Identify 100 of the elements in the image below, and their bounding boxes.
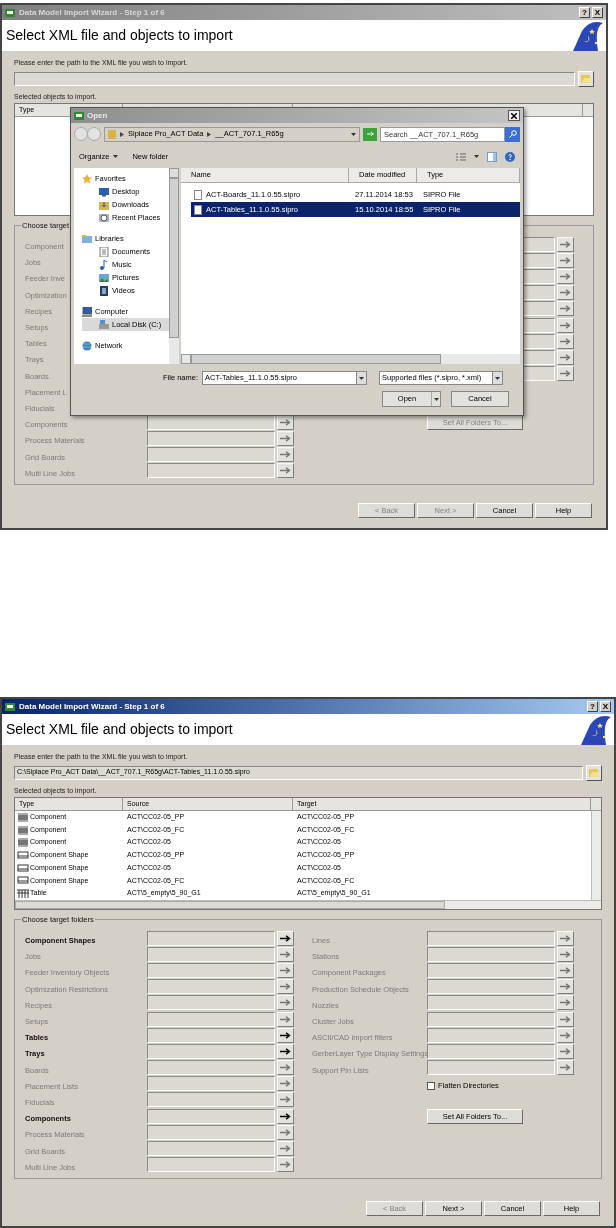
browse-button[interactable] bbox=[277, 1043, 294, 1059]
close-icon bbox=[511, 112, 517, 119]
globe-icon bbox=[82, 340, 92, 351]
folder-field[interactable] bbox=[427, 979, 555, 995]
horizontal-scrollbar[interactable] bbox=[15, 899, 601, 909]
folder-field[interactable] bbox=[147, 1060, 275, 1076]
folder-icon bbox=[108, 129, 116, 139]
arrow-right-icon bbox=[280, 418, 291, 426]
folder-field[interactable] bbox=[147, 1011, 275, 1027]
browse-button[interactable] bbox=[277, 1027, 294, 1043]
search-button[interactable] bbox=[505, 126, 520, 142]
arrow-right-icon bbox=[280, 966, 291, 974]
arrow-right-icon bbox=[560, 272, 571, 280]
folder-field[interactable] bbox=[427, 1060, 555, 1076]
arrow-right-icon bbox=[560, 1031, 571, 1039]
folder-field[interactable] bbox=[147, 979, 275, 995]
arrow-right-icon bbox=[560, 289, 571, 297]
arrow-right-icon bbox=[560, 1015, 571, 1023]
vertical-scrollbar[interactable] bbox=[169, 168, 179, 364]
arrow-right-icon bbox=[560, 966, 571, 974]
browse-folder-button[interactable] bbox=[586, 764, 602, 781]
arrow-right-icon bbox=[280, 451, 291, 459]
folder-field[interactable] bbox=[147, 447, 275, 463]
folder-field[interactable] bbox=[147, 463, 275, 479]
app-icon bbox=[5, 8, 15, 17]
monitor-icon bbox=[99, 186, 109, 197]
picture-icon bbox=[99, 272, 109, 283]
arrow-right-icon bbox=[560, 240, 571, 248]
arrow-right-icon bbox=[280, 950, 291, 958]
help-button[interactable]: ? bbox=[579, 7, 590, 18]
arrow-right-icon bbox=[280, 1064, 291, 1072]
folder-field[interactable] bbox=[427, 1011, 555, 1027]
arrow-right-icon bbox=[560, 934, 571, 942]
view-caret-icon bbox=[474, 155, 479, 158]
arrow-right-icon bbox=[280, 434, 291, 442]
arrow-right-icon bbox=[280, 934, 291, 942]
close-button[interactable]: X bbox=[592, 7, 603, 18]
chip-outline-icon bbox=[17, 850, 29, 860]
arrow-right-icon bbox=[280, 1112, 291, 1120]
document-icon bbox=[99, 246, 109, 257]
arrow-right-icon bbox=[280, 467, 291, 475]
refresh-button[interactable] bbox=[363, 127, 377, 141]
folder-icon bbox=[82, 233, 92, 244]
chip-icon bbox=[17, 812, 29, 822]
chip-icon bbox=[17, 838, 29, 848]
path-field[interactable] bbox=[14, 71, 575, 86]
chevron-icon bbox=[120, 131, 124, 137]
chevron-icon bbox=[207, 131, 212, 137]
folder-field[interactable] bbox=[427, 962, 555, 978]
arrow-right-icon bbox=[280, 1145, 291, 1153]
folder-field[interactable] bbox=[147, 1043, 275, 1059]
search-icon bbox=[508, 130, 517, 138]
file-icon bbox=[194, 189, 202, 200]
browse-button[interactable] bbox=[277, 1108, 294, 1124]
folder-icon bbox=[99, 199, 109, 210]
caret-icon bbox=[113, 155, 119, 158]
folder-field[interactable] bbox=[147, 430, 275, 446]
clock-icon bbox=[99, 212, 109, 223]
caret-icon bbox=[359, 376, 364, 380]
preview-pane-icon[interactable] bbox=[487, 151, 497, 162]
folder-field[interactable] bbox=[147, 1124, 275, 1140]
vertical-scrollbar[interactable] bbox=[591, 811, 601, 900]
arrow-right-icon bbox=[560, 950, 571, 958]
wizard-hat-icon bbox=[578, 714, 612, 745]
computer-icon bbox=[82, 306, 92, 317]
page-heading: Select XML file and objects to import bbox=[6, 720, 233, 739]
window-title: Data Model Import Wizard - Step 1 of 6 bbox=[19, 6, 165, 19]
folder-open-icon bbox=[580, 74, 592, 83]
folder-field[interactable] bbox=[147, 1092, 275, 1108]
folder-field[interactable] bbox=[147, 946, 275, 962]
folder-field[interactable] bbox=[147, 1141, 275, 1157]
folder-field[interactable] bbox=[147, 1076, 275, 1092]
checkbox[interactable] bbox=[427, 1081, 435, 1090]
wizard-hat-icon bbox=[570, 20, 604, 51]
browse-button[interactable] bbox=[277, 930, 294, 946]
horizontal-scrollbar[interactable] bbox=[181, 354, 520, 364]
folder-field[interactable] bbox=[147, 1108, 275, 1124]
folder-field[interactable] bbox=[427, 1027, 555, 1043]
folder-field[interactable] bbox=[147, 930, 275, 946]
star-icon bbox=[82, 173, 92, 184]
refresh-icon bbox=[365, 130, 375, 138]
caret-icon bbox=[351, 132, 356, 136]
folder-field[interactable] bbox=[147, 995, 275, 1011]
arrow-right-icon bbox=[560, 305, 571, 313]
folder-field[interactable] bbox=[427, 1043, 555, 1059]
folder-field[interactable] bbox=[427, 946, 555, 962]
browse-folder-button[interactable] bbox=[578, 70, 594, 87]
folder-field[interactable] bbox=[427, 995, 555, 1011]
folder-field[interactable] bbox=[427, 930, 555, 946]
close-button[interactable]: X bbox=[600, 701, 611, 712]
arrow-right-icon bbox=[280, 1031, 291, 1039]
folder-field[interactable] bbox=[147, 962, 275, 978]
chip-icon bbox=[17, 825, 29, 835]
folder-field[interactable] bbox=[147, 1157, 275, 1173]
close-button[interactable] bbox=[508, 110, 520, 121]
arrow-right-icon bbox=[280, 983, 291, 991]
arrow-right-icon bbox=[280, 1015, 291, 1023]
help-button[interactable]: ? bbox=[587, 701, 598, 712]
folder-field[interactable] bbox=[147, 1027, 275, 1043]
help-icon[interactable] bbox=[505, 151, 515, 162]
